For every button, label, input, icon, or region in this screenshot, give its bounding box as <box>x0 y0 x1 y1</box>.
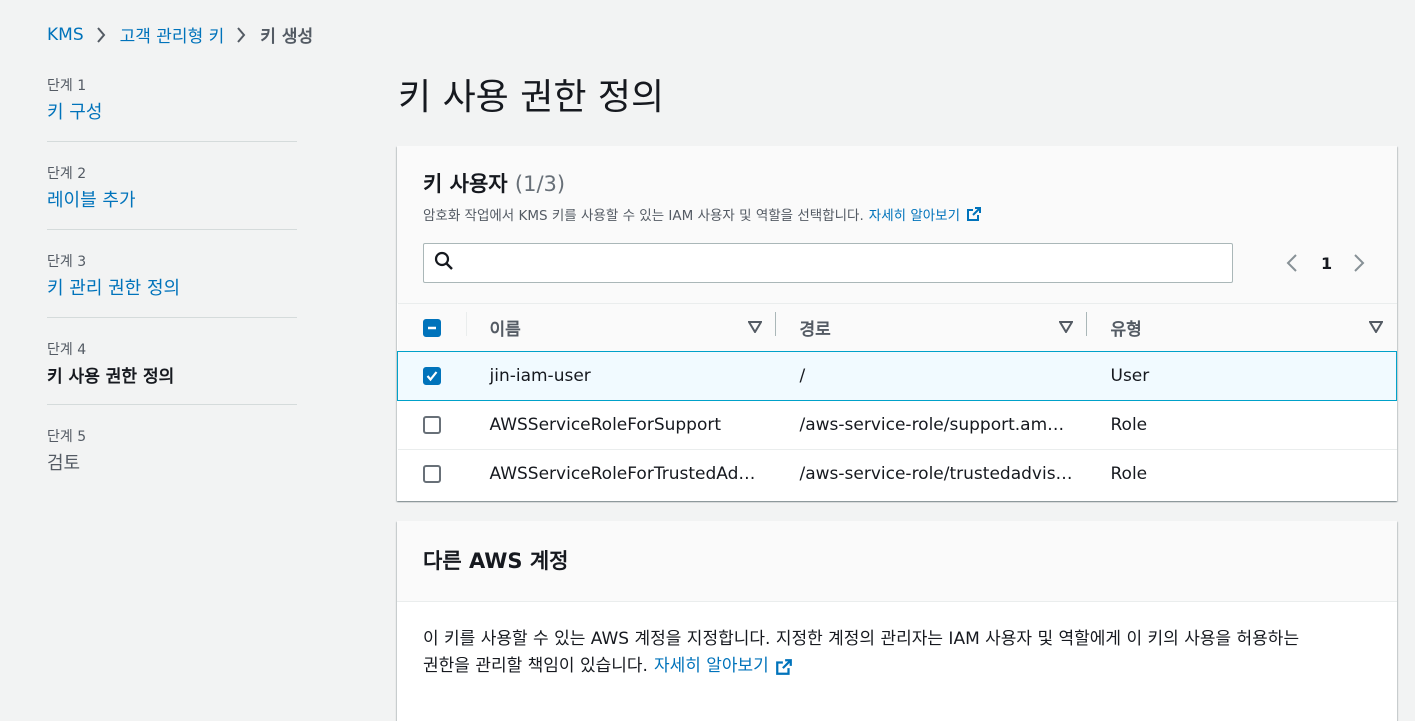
pagination: 1 <box>1283 253 1368 273</box>
other-accounts-text-line2-row: 권한을 관리할 책임이 있습니다. 자세히 알아보기 <box>423 653 1371 680</box>
search-box[interactable] <box>423 243 1233 283</box>
other-accounts-header: 다른 AWS 계정 <box>397 521 1397 602</box>
step-2: 단계 2 레이블 추가 <box>47 158 297 230</box>
chevron-right-icon <box>236 26 246 43</box>
row-path: /aws-service-role/trustedadvis… <box>799 464 1073 485</box>
step-1-link[interactable]: 키 구성 <box>47 102 102 123</box>
page-number[interactable]: 1 <box>1321 254 1332 273</box>
learn-more-link[interactable]: 자세히 알아보기 <box>654 653 769 680</box>
sort-down-icon[interactable] <box>1057 318 1074 338</box>
step-number: 단계 3 <box>47 254 87 270</box>
key-users-toolbar: 1 <box>423 243 1371 303</box>
key-users-panel: 키 사용자 (1/3) 암호화 작업에서 KMS 키를 사용할 수 있는 IAM… <box>397 146 1397 501</box>
select-all-checkbox[interactable] <box>422 318 441 337</box>
row-checkbox-cell <box>397 351 466 401</box>
step-2-link[interactable]: 레이블 추가 <box>47 190 136 211</box>
other-accounts-text-line2: 권한을 관리할 책임이 있습니다. <box>423 656 648 676</box>
step-number: 단계 4 <box>47 342 87 358</box>
step-1: 단계 1 키 구성 <box>47 70 297 142</box>
row-checkbox[interactable] <box>422 416 441 434</box>
row-checkbox-cell <box>398 450 466 499</box>
row-type: User <box>1086 351 1397 401</box>
table-row[interactable]: AWSServiceRoleForSupport /aws-service-ro… <box>397 400 1397 450</box>
column-header-type[interactable]: 유형 <box>1087 304 1397 352</box>
search-icon <box>434 251 454 275</box>
step-3: 단계 3 키 관리 권한 정의 <box>47 246 297 318</box>
page-title: 키 사용 권한 정의 <box>398 77 665 118</box>
search-input[interactable] <box>462 253 1232 273</box>
breadcrumb-customer-keys-link[interactable]: 고객 관리형 키 <box>120 22 225 47</box>
key-users-table: 이름 경로 유형 jin-iam-user / User AWSServiceR… <box>397 303 1397 499</box>
row-checkbox-cell <box>397 400 466 450</box>
other-accounts-text-line1: 이 키를 사용할 수 있는 AWS 계정을 지정합니다. 지정한 계정의 관리자… <box>423 629 1300 649</box>
sort-down-icon[interactable] <box>746 318 763 338</box>
column-header-name[interactable]: 이름 <box>465 304 776 352</box>
table-row[interactable]: jin-iam-user / User <box>397 351 1397 401</box>
row-name: jin-iam-user <box>465 351 776 401</box>
learn-more-link[interactable]: 자세히 알아보기 <box>869 204 960 224</box>
select-all-cell <box>398 304 466 352</box>
other-accounts-panel: 다른 AWS 계정 이 키를 사용할 수 있는 AWS 계정을 지정합니다. 지… <box>397 521 1397 721</box>
key-users-header: 키 사용자 (1/3) 암호화 작업에서 KMS 키를 사용할 수 있는 IAM… <box>397 146 1397 303</box>
key-users-title: 키 사용자 (1/3) <box>423 168 1371 198</box>
table-header-row: 이름 경로 유형 <box>397 303 1397 352</box>
breadcrumb-kms-link[interactable]: KMS <box>47 25 84 45</box>
key-users-title-text: 키 사용자 <box>423 172 508 196</box>
step-number: 단계 2 <box>47 166 87 182</box>
step-4: 단계 4 키 사용 권한 정의 <box>47 334 297 405</box>
other-accounts-body: 이 키를 사용할 수 있는 AWS 계정을 지정합니다. 지정한 계정의 관리자… <box>397 602 1397 704</box>
key-users-description-text: 암호화 작업에서 KMS 키를 사용할 수 있는 IAM 사용자 및 역할을 선… <box>423 208 864 224</box>
other-accounts-title: 다른 AWS 계정 <box>423 549 569 573</box>
chevron-right-icon[interactable] <box>1350 253 1368 273</box>
step-number: 단계 1 <box>47 78 87 94</box>
step-number: 단계 5 <box>47 429 87 445</box>
breadcrumb-current: 키 생성 <box>260 27 314 47</box>
column-type-label: 유형 <box>1110 320 1142 340</box>
step-5-label: 검토 <box>47 453 81 474</box>
row-path: /aws-service-role/support.am… <box>775 400 1087 450</box>
sort-down-icon[interactable] <box>1367 318 1384 338</box>
row-name: AWSServiceRoleForTrustedAd… <box>489 464 756 485</box>
key-users-description: 암호화 작업에서 KMS 키를 사용할 수 있는 IAM 사용자 및 역할을 선… <box>423 204 1371 224</box>
row-checkbox[interactable] <box>423 367 441 385</box>
table-row[interactable]: AWSServiceRoleForTrustedAd… /aws-service… <box>398 450 1397 499</box>
key-users-count: (1/3) <box>514 172 566 196</box>
row-path: / <box>775 351 1087 401</box>
breadcrumb: KMS 고객 관리형 키 키 생성 <box>47 22 314 48</box>
row-checkbox[interactable] <box>422 465 441 484</box>
step-3-link[interactable]: 키 관리 권한 정의 <box>47 278 180 299</box>
step-4-current: 키 사용 권한 정의 <box>47 367 175 387</box>
row-type: Role <box>1110 464 1148 485</box>
row-name: AWSServiceRoleForSupport <box>465 400 776 450</box>
external-link-icon[interactable] <box>966 206 982 222</box>
row-type: Role <box>1086 400 1397 450</box>
wizard-steps: 단계 1 키 구성 단계 2 레이블 추가 단계 3 키 관리 권한 정의 단계… <box>47 70 297 508</box>
step-5: 단계 5 검토 <box>47 421 297 492</box>
external-link-icon[interactable] <box>775 658 793 676</box>
chevron-left-icon[interactable] <box>1283 253 1301 273</box>
column-path-label: 경로 <box>799 320 831 340</box>
column-name-label: 이름 <box>489 320 521 340</box>
column-header-path[interactable]: 경로 <box>776 304 1087 352</box>
chevron-right-icon <box>96 26 106 43</box>
